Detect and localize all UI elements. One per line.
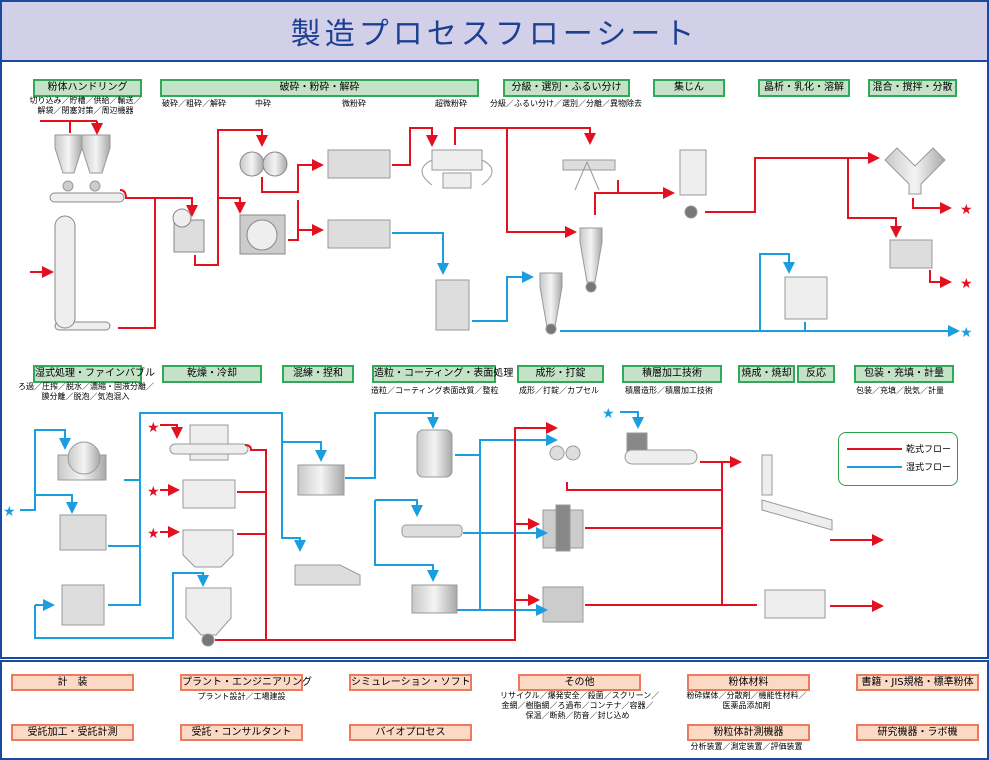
service-instrumentation[interactable]: 計 装 xyxy=(11,674,134,691)
service-measurement-instruments[interactable]: 粉粒体計測機器 xyxy=(687,724,810,741)
category-sub-text: 中砕 xyxy=(255,99,271,108)
filter-press xyxy=(61,584,105,626)
jaw-crusher xyxy=(172,208,205,253)
category-sub-text: 超微粉砕 xyxy=(435,99,467,108)
category-sub-text: 分級／ふるい分け／選別／分離／異物除去 xyxy=(490,99,642,108)
category-crushing-grinding[interactable]: 破砕・粉砕・解砕 xyxy=(160,79,479,97)
svg-text:★: ★ xyxy=(147,420,160,436)
spray-dryer xyxy=(185,587,232,647)
category-sub-text: 包装／充填／脱気／計量 xyxy=(856,386,944,395)
bag-filter xyxy=(679,149,707,219)
calciner-kiln xyxy=(761,454,833,531)
crystallizer-tank xyxy=(784,276,828,320)
category-sub-text: 破砕／粗砕／解砕 xyxy=(162,99,226,108)
category-calcination[interactable]: 焼成・焼却 xyxy=(738,365,795,383)
wet-flow-arrow-icon xyxy=(847,465,902,468)
category-sub-text: 切り込み／貯槽／供給／輸送／ 解袋／閉塞対策／周辺機器 xyxy=(29,96,142,115)
service-plant-engineering[interactable]: プラント・エンジニアリング xyxy=(180,674,312,691)
roller-compactor xyxy=(411,584,458,614)
flow-legend: 乾式フロー 湿式フロー xyxy=(838,432,958,486)
dry-flow-arrow-icon xyxy=(847,447,902,450)
service-powder-materials[interactable]: 粉体材料 xyxy=(687,674,810,691)
ribbon-mixer xyxy=(889,239,933,269)
category-drying-cooling[interactable]: 乾燥・冷却 xyxy=(162,365,262,383)
wet-flow-lines-top xyxy=(392,232,960,337)
category-kneading[interactable]: 混練・捏和 xyxy=(282,365,354,383)
legend-wet: 湿式フロー xyxy=(847,460,951,473)
ball-mills xyxy=(327,149,391,249)
category-additive-manufacturing[interactable]: 積層加工技術 xyxy=(622,365,722,383)
service-books-jis[interactable]: 書籍・JIS規格・標準粉体 xyxy=(856,674,979,691)
tablet-press-gear xyxy=(549,445,581,461)
service-sub-text: リサイクル／爆発安全／殺菌／スクリーン／ 金網／樹脂網／ろ過布／コンテナ／容器／保… xyxy=(500,691,660,720)
service-contract-processing[interactable]: 受託加工・受託計測 xyxy=(11,724,134,741)
legend-wet-label: 湿式フロー xyxy=(906,463,952,473)
fluid-bed-dryer xyxy=(182,529,234,568)
screw-granulator xyxy=(401,524,463,538)
furnace xyxy=(764,589,826,619)
jet-mill xyxy=(421,149,493,189)
service-sub-text: 分析装置／測定装置／評価装置 xyxy=(690,742,803,751)
granulator-drum xyxy=(416,429,453,478)
bucket-elevator xyxy=(54,215,76,329)
legend-dry-label: 乾式フロー xyxy=(906,445,952,455)
service-others[interactable]: その他 xyxy=(518,674,641,691)
category-classification[interactable]: 分級・選別・ふるい分け xyxy=(503,79,630,97)
centrifuge xyxy=(59,514,107,551)
category-sub-text: 積層造形／積層加工技術 xyxy=(625,386,713,395)
service-bioprocess[interactable]: バイオプロセス xyxy=(349,724,472,741)
legend-dry: 乾式フロー xyxy=(847,442,951,455)
band-dryer xyxy=(169,424,249,461)
svg-text:★: ★ xyxy=(147,526,160,542)
kneader xyxy=(297,464,345,496)
mold-press xyxy=(542,504,584,552)
category-crystallization[interactable]: 晶析・乳化・溶解 xyxy=(758,79,850,97)
category-sub-text: ろ過／圧搾／脱水／濃縮・固液分離／ 膜分離／脱泡／気泡混入 xyxy=(18,382,154,401)
category-sub-text: 造粒／コーティング表面改質／整粒 xyxy=(371,386,499,395)
services-frame xyxy=(0,660,989,760)
cyclones xyxy=(539,227,603,335)
die-press xyxy=(542,586,584,623)
sieve xyxy=(562,159,616,191)
svg-text:★: ★ xyxy=(602,406,615,422)
roll-crusher xyxy=(239,151,288,177)
tray-dryer xyxy=(182,479,236,509)
category-granulation-coating[interactable]: 造粒・コーティング・表面処理 xyxy=(372,365,513,383)
category-packaging[interactable]: 包装・充填・計量 xyxy=(854,365,954,383)
service-simulation-software[interactable]: シミュレーション・ソフト xyxy=(349,674,472,691)
category-dust-collection[interactable]: 集じん xyxy=(653,79,725,97)
service-consultant[interactable]: 受託・コンサルタント xyxy=(180,724,303,741)
category-reaction[interactable]: 反応 xyxy=(797,365,835,383)
hoppers xyxy=(54,134,111,192)
svg-text:★: ★ xyxy=(147,484,160,500)
category-wet-processing[interactable]: 湿式処理・ファインバブル xyxy=(33,365,155,383)
service-lab-equipment[interactable]: 研究機器・ラボ機 xyxy=(856,724,979,741)
svg-text:★: ★ xyxy=(3,504,16,520)
category-sub-text: 微粉砕 xyxy=(342,99,366,108)
v-blender xyxy=(884,147,946,195)
service-sub-text: 粉砕媒体／分散剤／機能性材料／ 医薬品添加剤 xyxy=(686,691,807,710)
svg-text:★: ★ xyxy=(960,325,973,341)
category-molding-tableting[interactable]: 成形・打錠 xyxy=(517,365,604,383)
service-sub-text: プラント設計／工場建設 xyxy=(197,692,286,701)
svg-text:★: ★ xyxy=(960,276,973,292)
star-markers-top: ★ ★ ★ xyxy=(960,202,973,341)
svg-text:★: ★ xyxy=(960,202,973,218)
category-mixing[interactable]: 混合・撹拌・分散 xyxy=(868,79,957,97)
extruder xyxy=(294,564,361,586)
category-powder-handling[interactable]: 粉体ハンドリング xyxy=(33,79,142,97)
hammer-mill xyxy=(239,214,286,255)
3d-printer-conveyor xyxy=(624,432,698,465)
wet-mill xyxy=(435,279,470,331)
category-sub-text: 成形／打錠／カプセル xyxy=(519,386,599,395)
